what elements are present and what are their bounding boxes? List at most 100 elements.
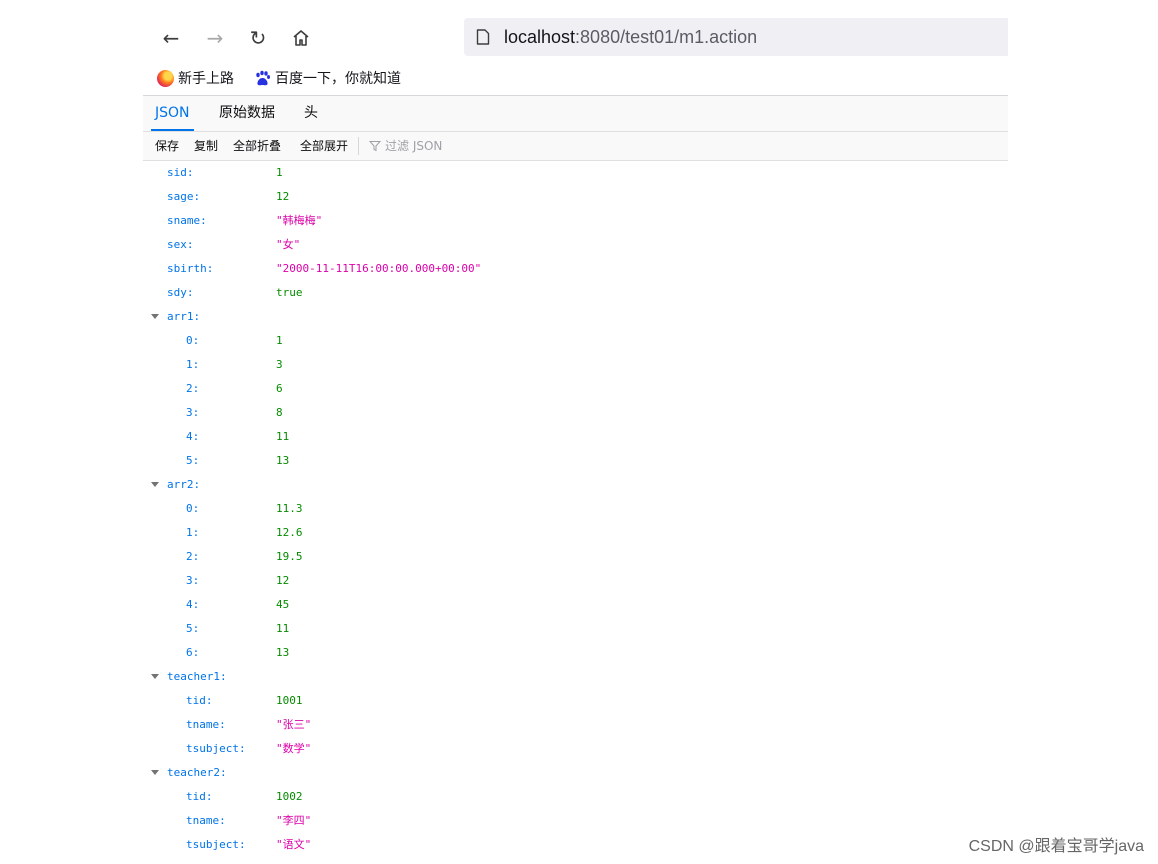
forward-arrow-icon[interactable]: → <box>201 24 229 52</box>
json-row-teacher1-tname[interactable]: tname: "张三" <box>143 713 1008 737</box>
json-key: tid: <box>186 790 213 803</box>
collapse-triangle-icon[interactable] <box>151 770 159 775</box>
bookmark-baidu[interactable]: 百度一下，你就知道 <box>254 68 401 88</box>
json-key: 5: <box>186 622 200 635</box>
json-row-teacher1-tsubject[interactable]: tsubject: "数学" <box>143 737 1008 761</box>
json-value: 19.5 <box>276 550 303 563</box>
bookmark-getting-started[interactable]: 新手上路 <box>157 68 234 88</box>
json-key: arr2: <box>167 478 201 491</box>
json-key: tname: <box>186 718 226 731</box>
toolbar-divider <box>358 137 359 155</box>
save-button[interactable]: 保存 <box>155 137 179 154</box>
csdn-watermark: CSDN @跟着宝哥学java <box>968 838 1144 855</box>
json-value: 8 <box>276 406 283 419</box>
json-key: 3: <box>186 406 200 419</box>
json-row-arr1-item[interactable]: 4: 11 <box>143 425 1008 449</box>
json-row-arr2-item[interactable]: 4: 45 <box>143 593 1008 617</box>
json-row-teacher1-tid[interactable]: tid: 1001 <box>143 689 1008 713</box>
home-icon[interactable] <box>287 24 315 52</box>
tab-headers[interactable]: 头 <box>300 96 322 131</box>
tab-json[interactable]: JSON <box>151 96 194 131</box>
filter-funnel-icon <box>369 140 381 151</box>
url-path: :8080/test01/m1.action <box>575 27 758 47</box>
json-key: tname: <box>186 814 226 827</box>
json-key: tsubject: <box>186 838 246 851</box>
json-row-arr1-item[interactable]: 3: 8 <box>143 401 1008 425</box>
json-row-sdy[interactable]: sdy: true <box>143 281 1008 305</box>
json-row-arr1-item[interactable]: 5: 13 <box>143 449 1008 473</box>
json-row-arr1-item[interactable]: 0: 1 <box>143 329 1008 353</box>
json-row-sex[interactable]: sex: "女" <box>143 233 1008 257</box>
bookmark-label: 百度一下，你就知道 <box>275 71 401 87</box>
json-row-sid[interactable]: sid: 1 <box>143 161 1008 185</box>
json-row-arr2-item[interactable]: 0: 11.3 <box>143 497 1008 521</box>
json-value: 11.3 <box>276 502 303 515</box>
collapse-all-button[interactable]: 全部折叠 <box>233 137 281 154</box>
firefox-icon <box>157 69 174 87</box>
filter-placeholder: 过滤 JSON <box>385 139 443 153</box>
json-value: 6 <box>276 382 283 395</box>
json-row-arr2[interactable]: arr2: <box>143 473 1008 497</box>
json-value: "李四" <box>276 814 312 827</box>
json-tree: sid: 1 sage: 12 sname: "韩梅梅" sex: "女" sb… <box>143 161 1008 864</box>
json-row-teacher2[interactable]: teacher2: <box>143 761 1008 785</box>
json-key: sbirth: <box>167 262 214 275</box>
json-value: 1002 <box>276 790 303 803</box>
json-value: 12 <box>276 574 290 587</box>
json-key: 4: <box>186 598 200 611</box>
json-key: 4: <box>186 430 200 443</box>
json-row-arr2-item[interactable]: 2: 19.5 <box>143 545 1008 569</box>
json-row-arr1-item[interactable]: 2: 6 <box>143 377 1008 401</box>
json-value: 13 <box>276 454 290 467</box>
copy-button[interactable]: 复制 <box>194 137 218 154</box>
json-key: 0: <box>186 502 200 515</box>
json-value: 1 <box>276 166 283 179</box>
json-key: sex: <box>167 238 194 251</box>
json-row-arr1[interactable]: arr1: <box>143 305 1008 329</box>
json-row-arr2-item[interactable]: 6: 13 <box>143 641 1008 665</box>
json-key: tsubject: <box>186 742 246 755</box>
collapse-triangle-icon[interactable] <box>151 482 159 487</box>
json-row-sname[interactable]: sname: "韩梅梅" <box>143 209 1008 233</box>
bookmarks-toolbar: 新手上路 百度一下，你就知道 <box>143 60 1008 95</box>
json-row-teacher2-tsubject[interactable]: tsubject: "语文" <box>143 833 1008 857</box>
json-viewer-tabs: JSON 原始数据 头 <box>143 95 1008 132</box>
json-row-sbirth[interactable]: sbirth: "2000-11-11T16:00:00.000+00:00" <box>143 257 1008 281</box>
json-row-sage[interactable]: sage: 12 <box>143 185 1008 209</box>
address-bar[interactable]: localhost:8080/test01/m1.action <box>464 18 1008 56</box>
collapse-triangle-icon[interactable] <box>151 314 159 319</box>
json-key: 5: <box>186 454 200 467</box>
json-value: true <box>276 286 303 299</box>
json-key: teacher1: <box>167 670 227 683</box>
reload-icon[interactable]: ↻ <box>244 24 272 52</box>
json-value: "2000-11-11T16:00:00.000+00:00" <box>276 262 482 275</box>
json-value: 12.6 <box>276 526 303 539</box>
json-value: 12 <box>276 190 290 203</box>
json-value: "张三" <box>276 718 312 731</box>
json-row-arr2-item[interactable]: 1: 12.6 <box>143 521 1008 545</box>
expand-all-button[interactable]: 全部展开 <box>300 137 348 154</box>
json-key: sid: <box>167 166 194 179</box>
json-row-arr2-item[interactable]: 5: 11 <box>143 617 1008 641</box>
url-host: localhost <box>504 27 576 47</box>
json-value: 1001 <box>276 694 303 707</box>
url-text: localhost:8080/test01/m1.action <box>504 27 757 48</box>
bookmark-label: 新手上路 <box>178 71 234 87</box>
json-key: 2: <box>186 550 200 563</box>
json-key: sdy: <box>167 286 194 299</box>
filter-json-input[interactable]: 过滤 JSON <box>369 137 442 154</box>
json-key: teacher2: <box>167 766 227 779</box>
json-row-teacher2-tname[interactable]: tname: "李四" <box>143 809 1008 833</box>
json-row-arr1-item[interactable]: 1: 3 <box>143 353 1008 377</box>
json-row-teacher2-tid[interactable]: tid: 1002 <box>143 785 1008 809</box>
json-value: "语文" <box>276 838 312 851</box>
back-arrow-icon[interactable]: ← <box>157 24 185 52</box>
json-row-arr2-item[interactable]: 3: 12 <box>143 569 1008 593</box>
json-row-teacher1[interactable]: teacher1: <box>143 665 1008 689</box>
tab-raw-data[interactable]: 原始数据 <box>215 96 279 131</box>
json-value: 3 <box>276 358 283 371</box>
json-key: 1: <box>186 526 200 539</box>
collapse-triangle-icon[interactable] <box>151 674 159 679</box>
page-icon <box>476 29 490 45</box>
json-key: sname: <box>167 214 207 227</box>
